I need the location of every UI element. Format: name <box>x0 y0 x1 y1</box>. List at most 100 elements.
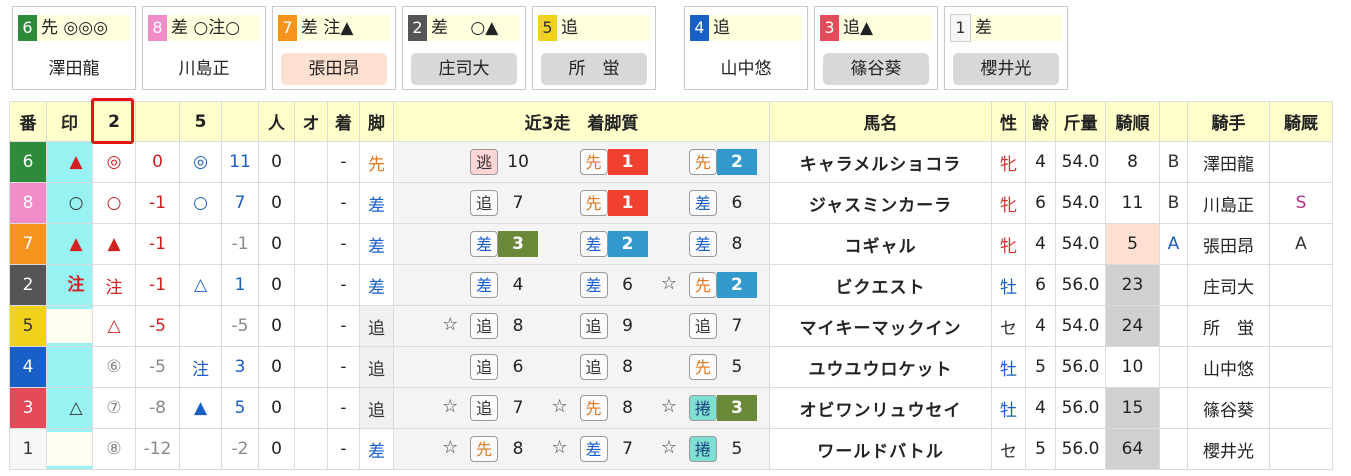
prediction-mark[interactable] <box>46 428 93 470</box>
col-header-number[interactable]: 番 <box>9 101 47 142</box>
prediction-mark[interactable]: △ <box>46 387 93 429</box>
carried-weight: 54.0 <box>1055 305 1106 347</box>
table-row[interactable]: 5 △ -5 -5 0 - 追 ☆ 追 8 追 9 追 7 マイキーマックイン … <box>9 305 1333 347</box>
card-marks: 追▲ <box>839 15 932 41</box>
horse-sex: 牝 <box>991 223 1026 265</box>
running-style: 追 <box>359 305 394 347</box>
prediction-mark[interactable]: ▲ <box>46 141 93 183</box>
horse-name[interactable]: ワールドバトル <box>769 428 992 470</box>
col2-mark: ▲ <box>92 223 136 265</box>
star-mark: ☆ <box>442 314 459 335</box>
horse-age: 5 <box>1025 346 1056 388</box>
mark-value: ▲ <box>69 152 83 172</box>
col-header-horse-name[interactable]: 馬名 <box>769 101 992 142</box>
horse-age: 4 <box>1025 141 1056 183</box>
jockey-name[interactable]: 川島正 <box>1187 182 1270 224</box>
prediction-mark[interactable] <box>46 305 93 347</box>
horse-name[interactable]: ビクエスト <box>769 264 992 306</box>
horse-sex: 牡 <box>991 387 1026 429</box>
jockey-card[interactable]: 2差 ○▲ 庄司大 <box>402 6 526 90</box>
jockey-card[interactable]: 1差 櫻井光 <box>944 6 1068 90</box>
recent-runs-cell: 差 3 差 2 差 8 <box>393 223 770 265</box>
star-mark: ☆ <box>442 437 459 458</box>
run-position: 6 <box>622 275 633 295</box>
col-header-sex[interactable]: 性 <box>991 101 1026 142</box>
jockey-order: 64 <box>1105 428 1160 470</box>
horse-name[interactable]: マイキーマックイン <box>769 305 992 347</box>
prediction-mark[interactable] <box>46 346 93 388</box>
table-row[interactable]: 8 ○ ○ -1 ○ 7 0 - 差 追 7 先 1 差 6 ジャスミンカーラ … <box>9 182 1333 224</box>
jockey-card[interactable]: 6先 ◎◎◎ 澤田龍 <box>12 6 136 90</box>
run-style-badge: 追 <box>688 313 717 339</box>
recent-run: ☆ 追 8 <box>442 311 546 341</box>
col-header-odds[interactable]: オ <box>294 101 328 142</box>
horse-name[interactable]: ユウユウロケット <box>769 346 992 388</box>
horse-sex: セ <box>991 305 1026 347</box>
col-header-jockey-order[interactable]: 騎順 <box>1105 101 1160 142</box>
col-header-style[interactable]: 脚 <box>359 101 394 142</box>
carried-weight: 56.0 <box>1055 346 1106 388</box>
col5-value: 5 <box>221 387 259 429</box>
jockey-name[interactable]: 櫻井光 <box>1187 428 1270 470</box>
run-style-badge: 追 <box>470 354 499 380</box>
jockey-rank <box>1159 346 1188 388</box>
recent-run: 先 1 <box>552 188 656 218</box>
table-row[interactable]: 2 注 注 -1 △ 1 0 - 差 差 4 差 6 ☆ 先 2 ビクエスト 牡… <box>9 264 1333 306</box>
horse-age: 6 <box>1025 182 1056 224</box>
run-position: 7 <box>622 439 633 459</box>
jockey-name[interactable]: 澤田龍 <box>1187 141 1270 183</box>
jockey-name[interactable]: 所 蛍 <box>1187 305 1270 347</box>
jockey-name[interactable]: 張田昂 <box>1187 223 1270 265</box>
table-row[interactable]: 6 ▲ ◎ 0 ◎ 11 0 - 先 逃 10 先 1 先 2 キャラメルショコ… <box>9 141 1333 183</box>
running-style: 差 <box>359 182 394 224</box>
jockey-name[interactable]: 山中悠 <box>1187 346 1270 388</box>
horse-name[interactable]: キャラメルショコラ <box>769 141 992 183</box>
table-row[interactable]: 4 ⑥ -5 注 3 0 - 追 追 6 追 8 先 5 ユウユウロケット 牡 … <box>9 346 1333 388</box>
jockey-card[interactable]: 8差 ○注○ 川島正 <box>142 6 266 90</box>
table-row[interactable]: 1 ⑧ -12 -2 0 - 差 ☆ 先 8 ☆ 差 7 ☆ 捲 5 ワールドバ… <box>9 428 1333 470</box>
table-row[interactable]: 3 △ ⑦ -8 ▲ 5 0 - 追 ☆ 追 7 ☆ 先 8 ☆ 捲 3 オビワ… <box>9 387 1333 429</box>
jockey-order: 8 <box>1105 141 1160 183</box>
col-header-2-value <box>135 101 180 142</box>
col-header-jockey[interactable]: 騎手 <box>1187 101 1270 142</box>
card-marks: 差 ○注○ <box>167 15 260 41</box>
jockey-card[interactable]: 3 追▲ 篠谷葵 <box>814 6 938 90</box>
jockey-stable-rank: A <box>1269 223 1333 265</box>
recent-runs-cell: ☆ 追 7 ☆ 先 8 ☆ 捲 3 <box>393 387 770 429</box>
jockey-card[interactable]: 7差 注▲ 張田昂 <box>272 6 396 90</box>
odds <box>294 264 328 306</box>
card-marks: 差 <box>971 15 1062 41</box>
card-marks: 追 <box>557 15 650 41</box>
col2-mark: △ <box>92 305 136 347</box>
horse-name[interactable]: ジャスミンカーラ <box>769 182 992 224</box>
jockey-order: 24 <box>1105 305 1160 347</box>
col-header-mark[interactable]: 印 <box>46 101 93 142</box>
prediction-mark[interactable]: 注 <box>46 264 93 306</box>
prediction-mark[interactable]: ▲ <box>46 223 93 265</box>
horse-name[interactable]: コギャル <box>769 223 992 265</box>
jockey-card[interactable]: 4追 山中悠 <box>684 6 808 90</box>
col-header-age[interactable]: 齢 <box>1025 101 1056 142</box>
col-header-jockey-stable[interactable]: 騎厩 <box>1269 101 1333 142</box>
horse-number: 7 <box>9 223 47 265</box>
run-position: 5 <box>731 439 743 459</box>
table-row[interactable]: 7 ▲ ▲ -1 -1 0 - 差 差 3 差 2 差 8 コギャル 牝 4 5… <box>9 223 1333 265</box>
col-header-popularity[interactable]: 人 <box>258 101 295 142</box>
col2-mark: ◎ <box>92 141 136 183</box>
jockey-card[interactable]: 5追 所 蛍 <box>532 6 656 90</box>
horse-name[interactable]: オビワンリュウセイ <box>769 387 992 429</box>
horse-number: 5 <box>538 15 557 41</box>
col2-mark: ⑥ <box>92 346 136 388</box>
prediction-mark[interactable]: ○ <box>46 182 93 224</box>
horse-sex: セ <box>991 428 1026 470</box>
jockey-order: 23 <box>1105 264 1160 306</box>
star-mark: ☆ <box>551 437 568 458</box>
jockey-name[interactable]: 庄司大 <box>1187 264 1270 306</box>
finish: - <box>327 264 360 306</box>
odds <box>294 305 328 347</box>
col-header-weight[interactable]: 斤量 <box>1055 101 1106 142</box>
col-header-5[interactable]: 5 <box>179 101 222 142</box>
col-header-finish[interactable]: 着 <box>327 101 360 142</box>
jockey-name[interactable]: 篠谷葵 <box>1187 387 1270 429</box>
run-style-badge: 先 <box>470 436 499 462</box>
